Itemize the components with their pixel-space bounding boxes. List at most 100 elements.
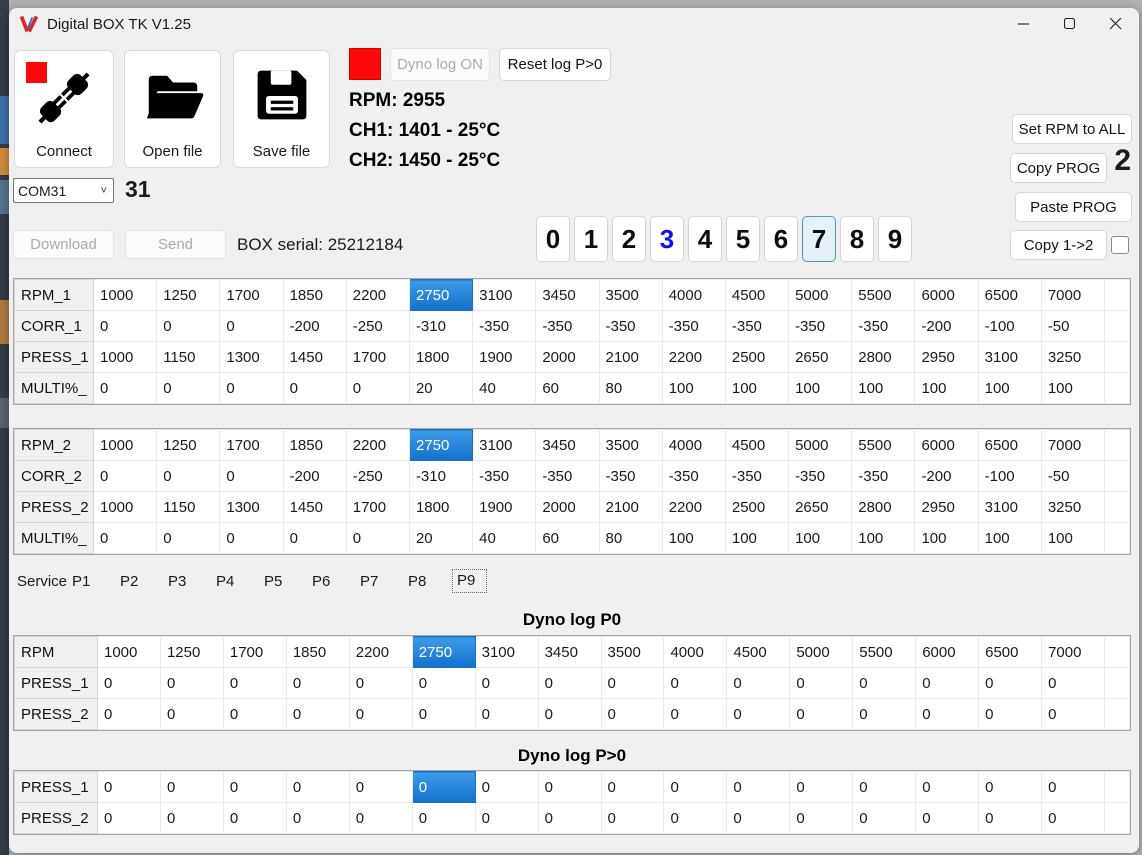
cell[interactable]: 2750 xyxy=(408,279,474,311)
cell[interactable]: 0 xyxy=(348,667,413,699)
cell[interactable]: -250 xyxy=(345,310,410,342)
cell[interactable]: 100 xyxy=(851,372,916,404)
cell[interactable]: 1300 xyxy=(219,341,284,373)
cell[interactable]: 0 xyxy=(285,771,350,803)
cell[interactable]: 0 xyxy=(726,667,791,699)
cell[interactable]: 3100 xyxy=(472,429,537,461)
copy-1-to-2-button[interactable]: Copy 1->2 xyxy=(1010,230,1107,260)
cell[interactable]: 4000 xyxy=(663,636,728,668)
cell[interactable]: 1700 xyxy=(219,429,284,461)
cell[interactable]: 0 xyxy=(600,771,665,803)
cell[interactable]: 3100 xyxy=(977,491,1042,523)
cell[interactable]: 0 xyxy=(474,802,539,834)
cell[interactable]: 0 xyxy=(345,372,410,404)
cell[interactable]: 0 xyxy=(600,698,665,730)
cell[interactable]: 0 xyxy=(600,667,665,699)
cell[interactable]: -350 xyxy=(472,310,537,342)
cell[interactable]: 2100 xyxy=(598,341,663,373)
cell[interactable]: -350 xyxy=(724,310,790,342)
cell[interactable]: -350 xyxy=(661,460,726,492)
tab-p4[interactable]: P4 xyxy=(216,573,264,590)
cell[interactable]: 0 xyxy=(789,802,854,834)
cell[interactable]: 0 xyxy=(537,698,602,730)
cell[interactable]: 0 xyxy=(219,372,284,404)
cell[interactable]: 5000 xyxy=(788,429,853,461)
cell[interactable]: 100 xyxy=(661,372,726,404)
cell[interactable]: 1800 xyxy=(408,341,474,373)
cell[interactable]: 2500 xyxy=(724,341,790,373)
cell[interactable]: 7000 xyxy=(1041,636,1105,668)
cell[interactable]: -50 xyxy=(1040,310,1106,342)
cell[interactable]: 0 xyxy=(1041,698,1105,730)
cell[interactable]: 80 xyxy=(598,522,663,554)
cell[interactable]: 4500 xyxy=(726,636,791,668)
cell[interactable]: 3100 xyxy=(472,279,537,311)
copy-1-to-2-checkbox[interactable] xyxy=(1111,236,1129,254)
cell[interactable]: 100 xyxy=(851,522,916,554)
cell[interactable]: 3500 xyxy=(598,279,663,311)
open-file-button[interactable]: Open file xyxy=(124,50,221,168)
cell[interactable]: 0 xyxy=(222,698,287,730)
cell[interactable]: 3100 xyxy=(474,636,539,668)
cell[interactable]: 0 xyxy=(1041,802,1105,834)
cell[interactable]: 0 xyxy=(222,802,287,834)
cell[interactable]: 0 xyxy=(537,771,602,803)
cell[interactable]: 1250 xyxy=(156,429,221,461)
paste-prog-button[interactable]: Paste PROG xyxy=(1015,192,1132,222)
cell[interactable]: 0 xyxy=(285,698,350,730)
digit-button-1[interactable]: 1 xyxy=(574,216,608,262)
digit-button-0[interactable]: 0 xyxy=(536,216,570,262)
cell[interactable]: 1250 xyxy=(159,636,224,668)
copy-prog-button[interactable]: Copy PROG xyxy=(1010,153,1107,183)
digit-button-3[interactable]: 3 xyxy=(650,216,684,262)
cell[interactable]: 4500 xyxy=(724,429,790,461)
dyno-log-on-button[interactable]: Dyno log ON xyxy=(390,48,490,81)
cell[interactable]: 1450 xyxy=(282,341,347,373)
cell[interactable]: 1800 xyxy=(408,491,474,523)
cell[interactable]: 0 xyxy=(159,667,224,699)
cell[interactable]: 0 xyxy=(474,667,539,699)
send-button[interactable]: Send xyxy=(125,230,226,259)
cell[interactable]: 100 xyxy=(977,372,1042,404)
cell[interactable]: 0 xyxy=(156,310,221,342)
cell[interactable]: 2650 xyxy=(788,341,853,373)
cell[interactable]: 0 xyxy=(789,698,854,730)
cell[interactable]: 0 xyxy=(219,522,284,554)
cell[interactable]: 2650 xyxy=(788,491,853,523)
cell[interactable]: 3100 xyxy=(977,341,1042,373)
cell[interactable]: 0 xyxy=(852,667,917,699)
cell[interactable]: 6000 xyxy=(914,279,979,311)
cell[interactable]: 100 xyxy=(661,522,726,554)
cell[interactable]: 0 xyxy=(97,771,161,803)
cell[interactable]: 2800 xyxy=(851,491,916,523)
cell[interactable]: 0 xyxy=(915,771,980,803)
cell[interactable]: 2100 xyxy=(598,491,663,523)
cell[interactable]: 3500 xyxy=(600,636,665,668)
cell[interactable]: 6000 xyxy=(914,429,979,461)
digit-button-7[interactable]: 7 xyxy=(802,216,836,262)
cell[interactable]: 3450 xyxy=(537,636,602,668)
cell[interactable]: 1700 xyxy=(222,636,287,668)
cell[interactable]: 2200 xyxy=(348,636,413,668)
cell[interactable]: 6500 xyxy=(977,429,1042,461)
cell[interactable]: 1000 xyxy=(97,636,161,668)
cell[interactable]: 0 xyxy=(285,667,350,699)
cell[interactable]: 3450 xyxy=(535,279,600,311)
digit-button-6[interactable]: 6 xyxy=(764,216,798,262)
cell[interactable]: 2200 xyxy=(661,341,726,373)
cell[interactable]: 0 xyxy=(663,802,728,834)
cell[interactable]: 5500 xyxy=(852,636,917,668)
cell[interactable]: 0 xyxy=(789,667,854,699)
cell[interactable]: 0 xyxy=(411,771,476,803)
cell[interactable]: 100 xyxy=(788,372,853,404)
cell[interactable]: -350 xyxy=(851,460,916,492)
cell[interactable]: 1700 xyxy=(345,341,410,373)
cell[interactable]: 5000 xyxy=(789,636,854,668)
cell[interactable]: 20 xyxy=(408,522,474,554)
cell[interactable]: 1700 xyxy=(345,491,410,523)
cell[interactable]: 0 xyxy=(156,522,221,554)
cell[interactable]: 0 xyxy=(474,771,539,803)
digit-button-9[interactable]: 9 xyxy=(878,216,912,262)
cell[interactable]: 0 xyxy=(92,310,158,342)
cell[interactable]: -350 xyxy=(661,310,726,342)
